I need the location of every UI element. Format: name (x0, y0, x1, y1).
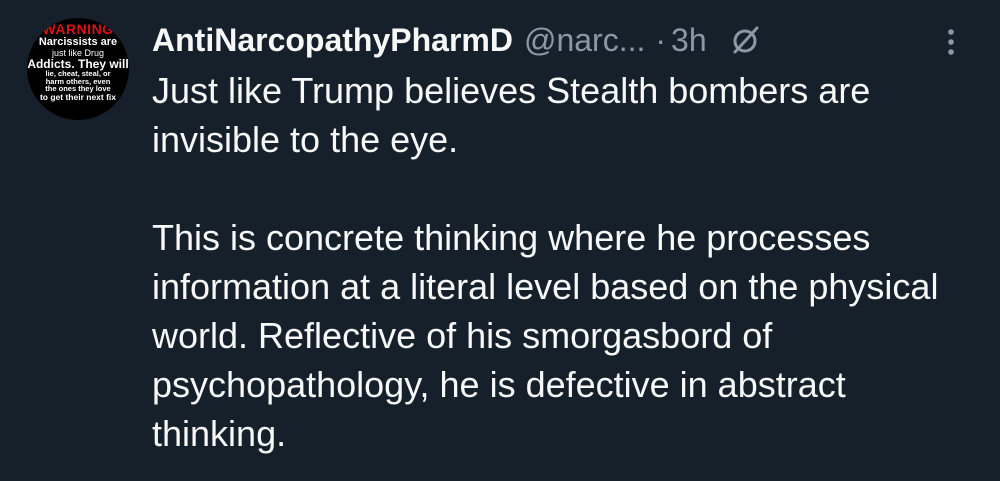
more-options-icon[interactable] (940, 27, 962, 57)
user-handle[interactable]: @narc... (524, 22, 645, 59)
avatar[interactable]: WARNING Narcissists are just like Drug A… (27, 18, 129, 120)
grok-icon[interactable] (729, 24, 761, 56)
display-name[interactable]: AntiNarcopathyPharmD (152, 22, 513, 59)
tweet-text: Just like Trump believes Stealth bombers… (152, 66, 982, 458)
avatar-warning-text: WARNING (42, 21, 114, 37)
tweet-header: AntiNarcopathyPharmD @narc... · 3h (152, 20, 761, 60)
tweet-paragraph: Just like Trump believes Stealth bombers… (152, 70, 871, 160)
avatar-text-line: Narcissists are (38, 36, 118, 48)
timestamp[interactable]: 3h (671, 22, 707, 59)
separator-dot: · (655, 21, 667, 58)
tweet[interactable]: WARNING Narcissists are just like Drug A… (0, 0, 1000, 481)
more-vertical-icon (948, 29, 954, 55)
grok-slash-circle-icon (733, 26, 759, 54)
tweet-paragraph: This is concrete thinking where he proce… (152, 217, 939, 454)
avatar-text-line: to get their next fix (39, 91, 117, 102)
